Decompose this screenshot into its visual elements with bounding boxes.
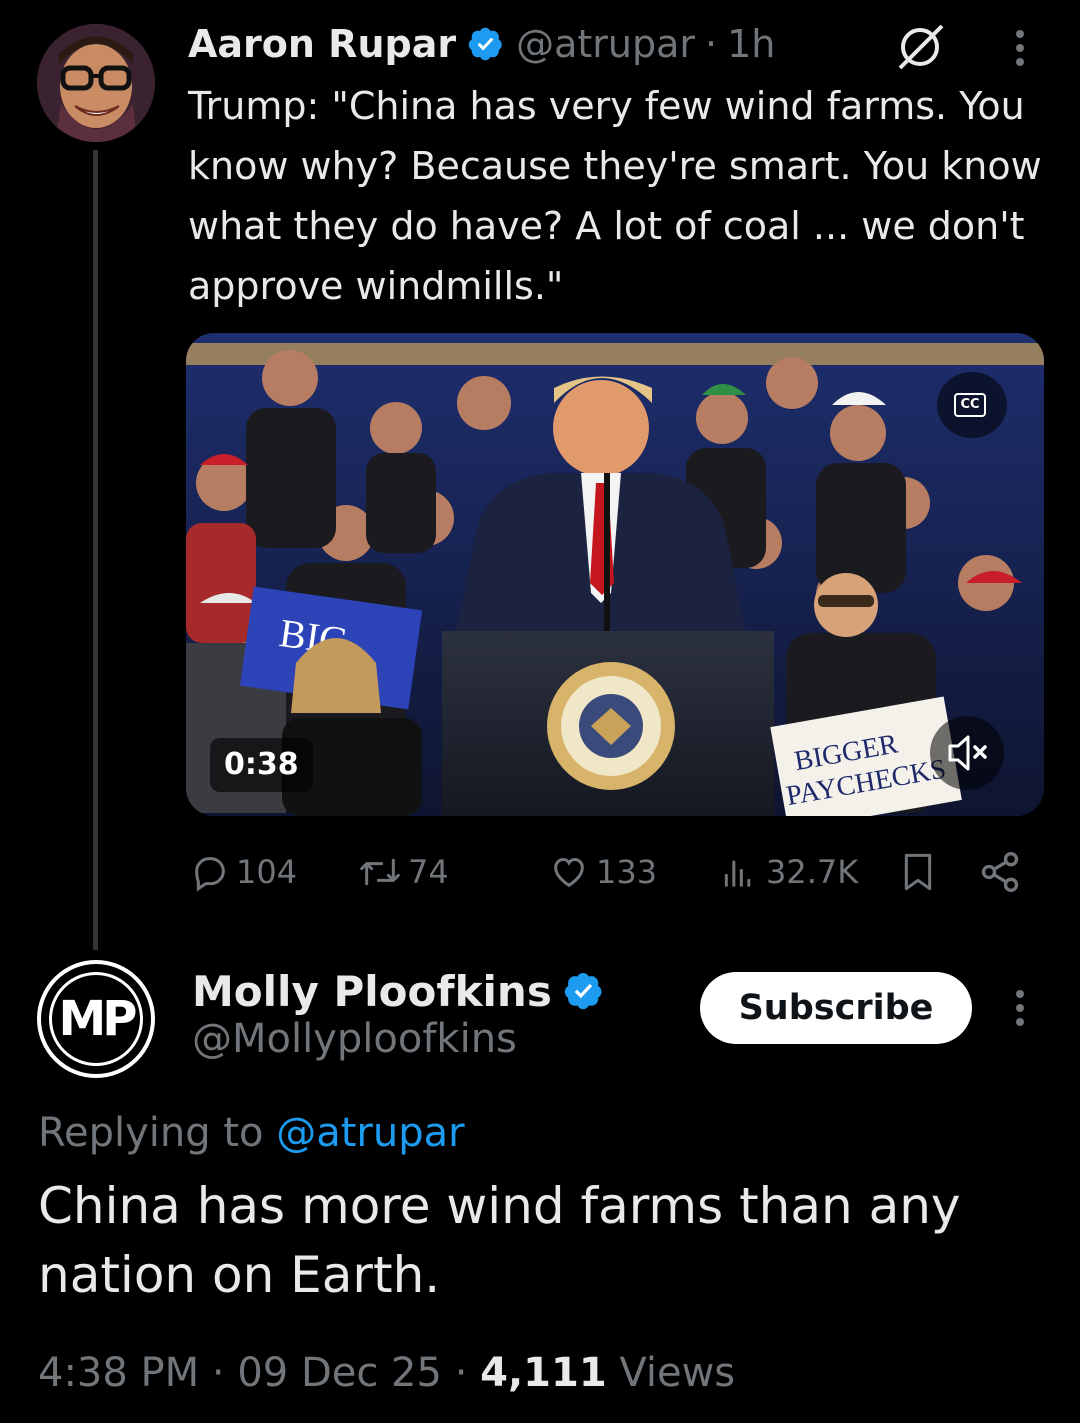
reply-views-label: Views bbox=[619, 1350, 736, 1396]
subscribe-button[interactable]: Subscribe bbox=[700, 972, 972, 1044]
meta-separator: · bbox=[211, 1350, 225, 1396]
captions-button[interactable]: CC bbox=[937, 372, 1007, 438]
video-frame: BIG BIGGER PAYCHECKS bbox=[186, 333, 1044, 816]
speaker-muted-icon bbox=[948, 735, 987, 771]
author-handle[interactable]: @atrupar bbox=[516, 22, 695, 66]
views-button[interactable]: 32.7K bbox=[716, 840, 858, 904]
view-count: 32.7K bbox=[766, 853, 859, 891]
reply-author-avatar[interactable]: MP bbox=[37, 960, 155, 1078]
avatar-photo bbox=[37, 24, 155, 142]
time-separator: · bbox=[705, 22, 718, 66]
reply-views-count[interactable]: 4,111 bbox=[480, 1350, 607, 1396]
more-options-icon[interactable] bbox=[1004, 26, 1036, 70]
tweet-header: Aaron Rupar @atrupar · 1h bbox=[188, 18, 775, 70]
bookmark-icon bbox=[904, 853, 932, 891]
reply-date[interactable]: 09 Dec 25 bbox=[237, 1350, 442, 1396]
replying-prefix: Replying to bbox=[38, 1110, 264, 1156]
grok-icon[interactable] bbox=[892, 22, 948, 72]
video-player[interactable]: BIG BIGGER PAYCHECKS bbox=[186, 333, 1044, 816]
author-name[interactable]: Aaron Rupar bbox=[188, 22, 456, 66]
reply-metadata: 4:38 PM · 09 Dec 25 · 4,111 Views bbox=[38, 1350, 735, 1396]
heart-icon bbox=[554, 857, 584, 888]
reply-text: China has more wind farms than any natio… bbox=[38, 1177, 961, 1304]
verified-badge-icon bbox=[468, 27, 502, 61]
like-button[interactable]: 133 bbox=[548, 840, 657, 904]
author-avatar[interactable] bbox=[37, 24, 155, 142]
verified-badge-icon bbox=[564, 973, 602, 1010]
more-options-icon[interactable] bbox=[1004, 986, 1036, 1030]
like-count: 133 bbox=[596, 853, 658, 891]
share-button[interactable] bbox=[978, 840, 1028, 904]
cc-icon: CC bbox=[954, 393, 986, 417]
reply-icon bbox=[195, 857, 225, 892]
thread-connector-line bbox=[93, 150, 98, 950]
tweet-text: Trump: "China has very few wind farms. Y… bbox=[188, 84, 1042, 308]
repost-button[interactable]: 74 bbox=[358, 840, 449, 904]
video-duration: 0:38 bbox=[210, 738, 313, 792]
avatar-initials: MP bbox=[49, 972, 143, 1066]
replying-to-mention[interactable]: @atrupar bbox=[276, 1110, 464, 1156]
reply-header: Molly Ploofkins bbox=[192, 962, 604, 1020]
reply-author-name[interactable]: Molly Ploofkins bbox=[192, 967, 552, 1016]
repost-count: 74 bbox=[408, 853, 449, 891]
tweet-time[interactable]: 1h bbox=[727, 22, 775, 66]
replying-to-line: Replying to @atrupar bbox=[38, 1110, 465, 1156]
repost-icon bbox=[360, 858, 400, 886]
reply-button[interactable]: 104 bbox=[190, 840, 297, 904]
reply-count: 104 bbox=[236, 853, 298, 891]
analytics-icon bbox=[724, 860, 751, 887]
tweet-action-bar: 104 74 133 32.7K bbox=[186, 840, 1046, 904]
reply-author-handle[interactable]: @Mollyploofkins bbox=[192, 1016, 517, 1062]
mute-button[interactable] bbox=[930, 716, 1004, 790]
meta-separator: · bbox=[454, 1350, 468, 1396]
share-icon bbox=[981, 852, 1019, 892]
bookmark-button[interactable] bbox=[898, 840, 944, 904]
reply-time[interactable]: 4:38 PM bbox=[38, 1350, 199, 1396]
